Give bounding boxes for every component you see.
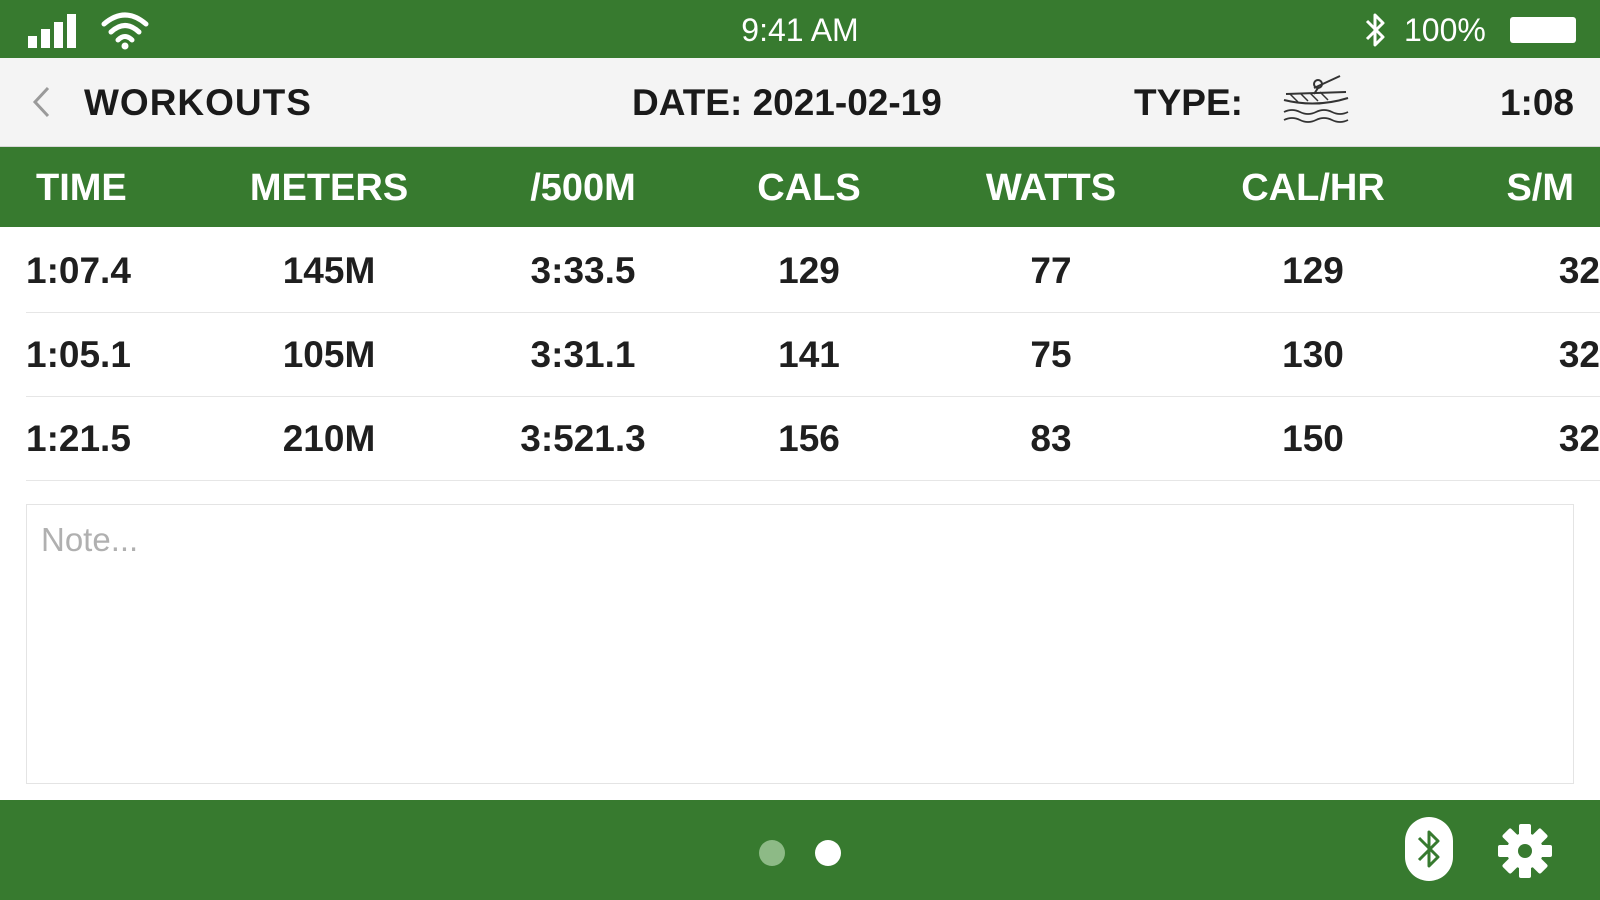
column-header-watts: WATTS [985, 167, 1117, 209]
cell-pace: 3:31.1 [530, 334, 636, 375]
cell-stroke-rate: 32 [1558, 250, 1600, 291]
cell-cals: 156 [778, 418, 840, 459]
gear-icon[interactable] [1496, 822, 1554, 880]
cell-time: 1:21.5 [26, 418, 131, 459]
cell-meters: 210M [282, 418, 376, 459]
cell-cals: 141 [778, 334, 840, 375]
column-header-cal-hr: CAL/HR [1241, 167, 1385, 209]
table-row: 1:05.1 105M 3:31.1 141 75 130 32 [26, 312, 1600, 397]
cell-cal-hr: 129 [1282, 250, 1344, 291]
cell-cal-hr: 130 [1282, 334, 1344, 375]
bluetooth-icon [1365, 13, 1385, 47]
column-header-cals: CALS [757, 167, 861, 209]
column-header-pace: /500M [530, 167, 636, 209]
cell-meters: 105M [282, 334, 376, 375]
status-bar: 9:41 AM 100% [0, 0, 1600, 58]
chevron-left-icon[interactable] [28, 84, 54, 120]
nav-bar: WORKOUTS DATE: 2021-02-19 TYPE: 1:08 [0, 58, 1600, 147]
note-input[interactable] [26, 504, 1574, 784]
workout-date: DATE: 2021-02-19 [632, 82, 942, 123]
cell-pace: 3:33.5 [530, 250, 636, 291]
bluetooth-icon[interactable] [1404, 816, 1454, 882]
cell-watts: 77 [1030, 250, 1072, 291]
cell-stroke-rate: 32 [1558, 334, 1600, 375]
battery-percentage: 100% [1404, 12, 1486, 48]
battery-icon [1510, 17, 1576, 43]
column-header-stroke-rate: S/M [1506, 167, 1574, 209]
cell-pace: 3:521.3 [520, 418, 646, 459]
page-indicator-dot-2-active[interactable] [815, 840, 841, 866]
cell-cals: 129 [778, 250, 840, 291]
column-header-meters: METERS [249, 167, 409, 209]
table-header: TIME METERS /500M CALS WATTS CAL/HR S/M [0, 147, 1600, 227]
cell-time: 1:07.4 [26, 250, 131, 291]
table-row: 1:21.5 210M 3:521.3 156 83 150 32 [26, 396, 1600, 481]
bottom-bar [0, 800, 1600, 900]
cell-time: 1:05.1 [26, 334, 131, 375]
cell-cal-hr: 150 [1282, 418, 1344, 459]
column-header-time: TIME [36, 167, 127, 209]
table-row: 1:07.4 145M 3:33.5 129 77 129 32 [26, 228, 1600, 313]
cell-meters: 145M [282, 250, 376, 291]
workout-type-label: TYPE: [1134, 82, 1243, 123]
cell-stroke-rate: 32 [1558, 418, 1600, 459]
workout-duration: 1:08 [1499, 82, 1574, 123]
page-indicator-dot-1[interactable] [759, 840, 785, 866]
cell-watts: 83 [1030, 418, 1072, 459]
rower-icon [1283, 75, 1349, 123]
cell-watts: 75 [1030, 334, 1072, 375]
back-to-workouts-link[interactable]: WORKOUTS [84, 82, 312, 124]
status-time: 9:41 AM [741, 12, 859, 48]
